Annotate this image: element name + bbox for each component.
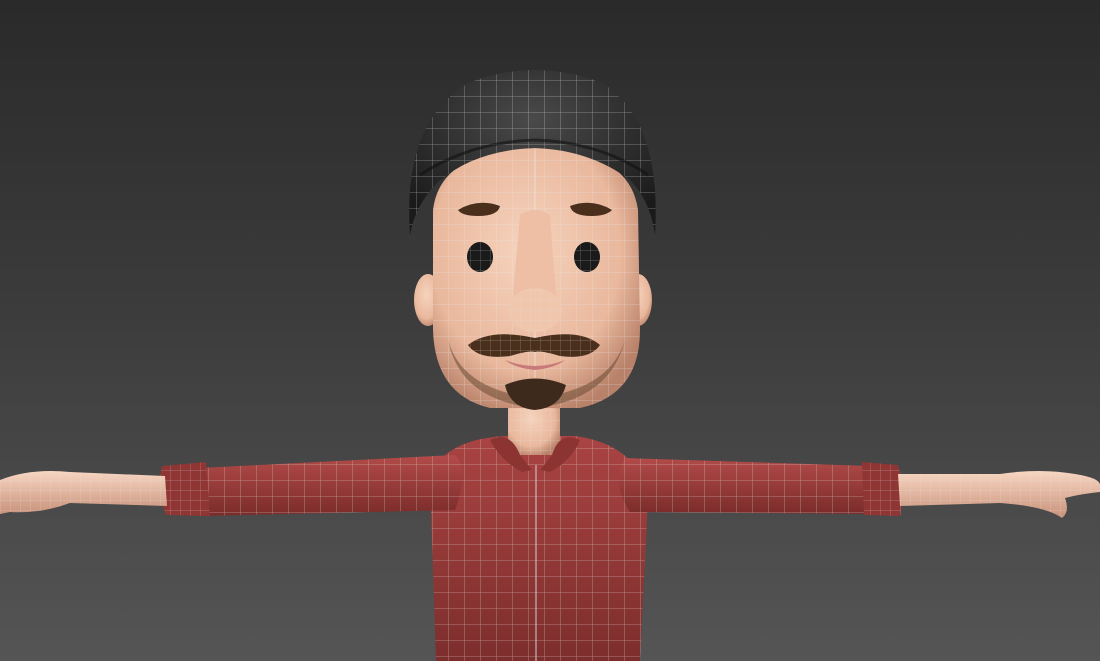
right-arm	[618, 458, 1100, 518]
left-arm	[0, 455, 463, 516]
character-render	[0, 70, 1100, 661]
3d-viewport[interactable]	[0, 0, 1100, 661]
torso-shirt	[430, 436, 648, 661]
